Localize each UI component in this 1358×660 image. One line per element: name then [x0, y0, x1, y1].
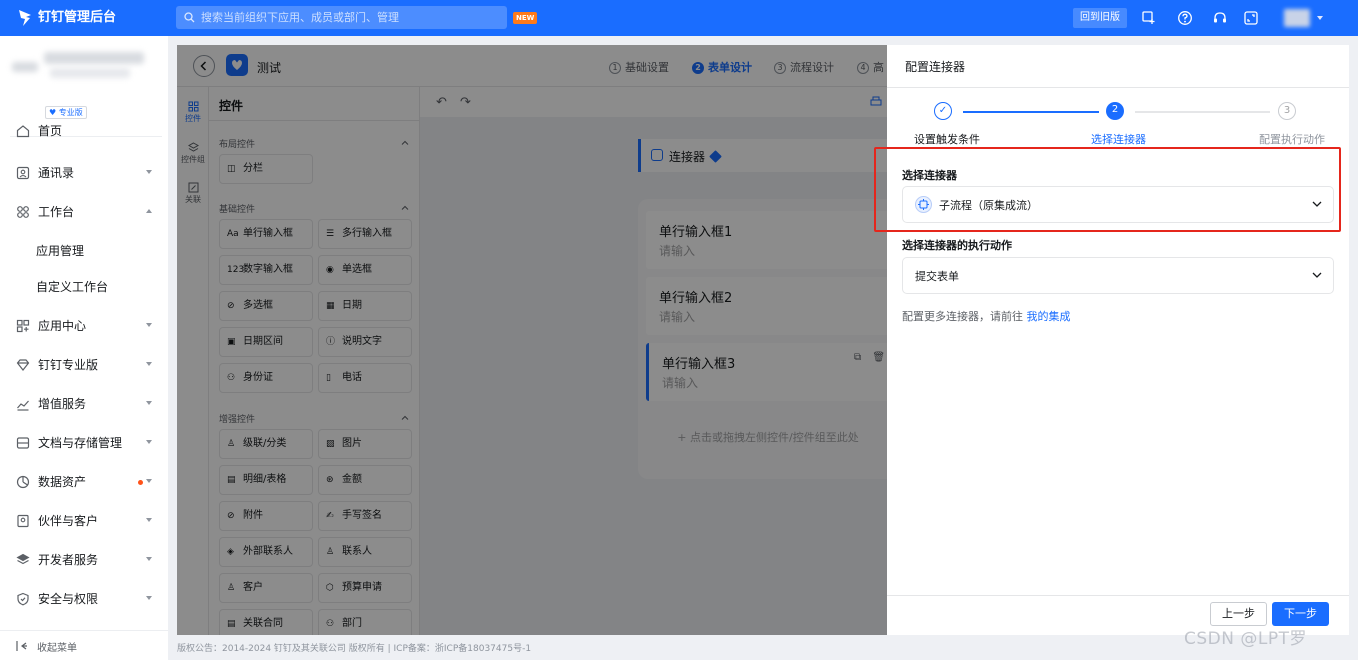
user-avatar[interactable]	[1284, 8, 1324, 28]
chevron-down-icon	[146, 323, 152, 327]
sidebar-item-app-center[interactable]: 应用中心	[0, 307, 168, 346]
next-step-button[interactable]: 下一步	[1272, 602, 1329, 626]
sidebar-item-label: 增值服务	[38, 397, 87, 411]
search-icon	[184, 12, 195, 23]
step-label-active: 选择连接器	[1091, 133, 1146, 146]
notification-dot	[138, 480, 143, 485]
collapse-menu-button[interactable]: 收起菜单	[0, 630, 168, 660]
sidebar-item-label: 通讯录	[38, 166, 75, 180]
sidebar-item-value-added[interactable]: 增值服务	[0, 385, 168, 424]
workbench-icon	[17, 206, 29, 218]
chevron-down-icon	[146, 170, 152, 174]
chevron-down-icon	[146, 479, 152, 483]
search-input[interactable]: 搜索当前组织下应用、成员或部门、管理	[176, 6, 507, 29]
chevron-down-icon	[146, 557, 152, 561]
sidebar-item-app-management[interactable]: 应用管理	[0, 232, 168, 271]
previous-step-button[interactable]: 上一步	[1210, 602, 1267, 626]
dingtalk-logo-icon	[19, 10, 31, 26]
sidebar-item-data-assets[interactable]: 数据资产	[0, 463, 168, 502]
sidebar-item-label: 伙伴与客户	[38, 514, 99, 528]
app-title: 钉钉管理后台	[38, 10, 117, 25]
step-connector-line	[1135, 111, 1270, 113]
partner-icon	[17, 514, 29, 528]
more-connectors-hint: 配置更多连接器，请前往 我的集成	[902, 310, 1071, 323]
chevron-up-icon	[146, 209, 152, 213]
sidebar-item-partners[interactable]: 伙伴与客户	[0, 502, 168, 541]
org-info[interactable]	[10, 46, 160, 104]
divider	[887, 87, 1349, 88]
chevron-down-icon	[1312, 272, 1322, 278]
action-select[interactable]: 提交表单	[902, 257, 1334, 294]
sidebar-item-developer[interactable]: 开发者服务	[0, 541, 168, 580]
sidebar-item-label: 应用中心	[38, 319, 87, 333]
app-center-icon	[16, 319, 30, 333]
chart-icon	[17, 400, 29, 411]
back-to-old-version-button[interactable]: 回到旧版	[1073, 8, 1127, 28]
home-icon	[16, 125, 30, 138]
step-done-check-icon: ✓	[934, 102, 952, 120]
sidebar-item-docs-storage[interactable]: 文档与存储管理	[0, 424, 168, 463]
action-select-value: 提交表单	[915, 270, 959, 283]
sidebar-item-home[interactable]: 首页	[0, 112, 168, 151]
step-pending-number: 3	[1278, 102, 1296, 120]
configure-connector-drawer: 配置连接器 ✓ 2 3 设置触发条件 选择连接器 配置执行动作 选择连接器 子流…	[887, 45, 1349, 635]
modal-mask[interactable]	[177, 45, 887, 635]
shield-icon	[17, 592, 29, 606]
footer-copyright: 版权公告：2014-2024 钉钉及其关联公司 版权所有 | ICP备案：浙IC…	[177, 644, 532, 654]
highlight-annotation-box	[874, 147, 1341, 232]
diamond-icon	[16, 359, 30, 371]
headset-icon[interactable]	[1212, 10, 1228, 26]
sidebar-item-label: 应用管理	[36, 244, 85, 258]
watermark: CSDN @LPT罗	[1184, 629, 1307, 649]
search-placeholder: 搜索当前组织下应用、成员或部门、管理	[201, 11, 399, 24]
step-label: 设置触发条件	[914, 133, 980, 146]
chevron-down-icon	[146, 596, 152, 600]
sidebar-item-label: 开发者服务	[38, 553, 99, 567]
contacts-icon	[16, 166, 30, 180]
fullscreen-icon[interactable]	[1243, 10, 1259, 26]
help-icon[interactable]	[1177, 10, 1193, 26]
sidebar-item-dingtalk-pro[interactable]: 钉钉专业版	[0, 346, 168, 385]
sidebar-item-label: 钉钉专业版	[38, 358, 99, 372]
layers-icon	[16, 553, 30, 565]
sidebar: ♥ 专业版 首页 通讯录 工作台 应用管理 自定义工作台 应用中心 钉钉专业版 …	[0, 36, 168, 660]
chevron-down-icon	[146, 518, 152, 522]
sidebar-item-label: 首页	[38, 124, 63, 138]
data-icon	[16, 475, 30, 489]
action-select-label: 选择连接器的执行动作	[902, 239, 1012, 252]
new-badge: NEW	[513, 12, 538, 24]
add-app-icon[interactable]	[1141, 10, 1157, 26]
step-active-number: 2	[1106, 102, 1124, 120]
sidebar-item-label: 数据资产	[38, 475, 87, 489]
step-label: 配置执行动作	[1259, 133, 1325, 146]
collapse-icon	[16, 641, 27, 651]
top-bar: 钉钉管理后台 搜索当前组织下应用、成员或部门、管理 NEW 回到旧版	[0, 0, 1358, 36]
sidebar-item-label: 文档与存储管理	[38, 436, 123, 450]
sidebar-item-label: 安全与权限	[38, 592, 99, 606]
sidebar-item-custom-workbench[interactable]: 自定义工作台	[0, 268, 168, 307]
sidebar-item-security[interactable]: 安全与权限	[0, 580, 168, 619]
sidebar-item-label: 工作台	[38, 205, 75, 219]
my-integrations-link[interactable]: 我的集成	[1027, 310, 1071, 323]
storage-icon	[16, 437, 30, 449]
chevron-down-icon	[146, 440, 152, 444]
step-connector-line	[963, 111, 1099, 113]
collapse-label: 收起菜单	[37, 643, 77, 654]
sidebar-item-contacts[interactable]: 通讯录	[0, 154, 168, 193]
chevron-down-icon	[146, 401, 152, 405]
drawer-title: 配置连接器	[905, 60, 966, 74]
sidebar-item-workbench[interactable]: 工作台	[0, 193, 168, 232]
sidebar-item-label: 自定义工作台	[36, 280, 109, 294]
chevron-down-icon	[146, 362, 152, 366]
wizard-steps: ✓ 2 3 设置触发条件 选择连接器 配置执行动作	[887, 97, 1349, 147]
